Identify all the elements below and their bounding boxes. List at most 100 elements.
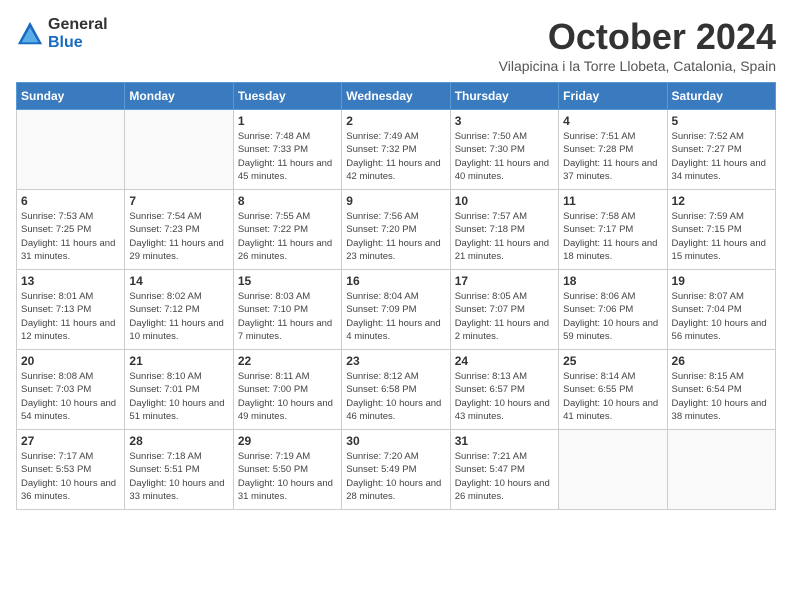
- calendar-day-cell: 8Sunrise: 7:55 AM Sunset: 7:22 PM Daylig…: [233, 190, 341, 270]
- page-header: General Blue October 2024 Vilapicina i l…: [16, 16, 776, 74]
- day-number: 9: [346, 194, 445, 208]
- day-detail: Sunrise: 8:12 AM Sunset: 6:58 PM Dayligh…: [346, 370, 445, 423]
- calendar-day-cell: 17Sunrise: 8:05 AM Sunset: 7:07 PM Dayli…: [450, 270, 558, 350]
- calendar-day-cell: 10 Sunrise: 7:57 AM Sunset: 7:18 PM Dayli…: [450, 190, 558, 270]
- calendar-table: SundayMondayTuesdayWednesdayThursdayFrid…: [16, 82, 776, 510]
- calendar-day-cell: 26 Sunrise: 8:15 AM Sunset: 6:54 PM Dayli…: [667, 350, 775, 430]
- day-number: 11: [563, 194, 662, 208]
- calendar-day-cell: 31Sunrise: 7:21 AM Sunset: 5:47 PM Dayli…: [450, 430, 558, 510]
- logo-blue-text: Blue: [48, 34, 108, 52]
- logo-icon: [16, 20, 44, 48]
- day-detail: Sunrise: 7:53 AM Sunset: 7:25 PM Dayligh…: [21, 210, 120, 263]
- location-text: Vilapicina i la Torre Llobeta, Catalonia…: [499, 58, 776, 74]
- calendar-day-cell: 23 Sunrise: 8:12 AM Sunset: 6:58 PM Dayli…: [342, 350, 450, 430]
- day-number: 1: [238, 114, 337, 128]
- day-number: 24: [455, 354, 554, 368]
- calendar-body: 1 Sunrise: 7:48 AM Sunset: 7:33 PM Daylig…: [17, 110, 776, 510]
- day-number: 19: [672, 274, 771, 288]
- day-number: 20: [21, 354, 120, 368]
- calendar-day-cell: 12Sunrise: 7:59 AM Sunset: 7:15 PM Dayli…: [667, 190, 775, 270]
- day-number: 10: [455, 194, 554, 208]
- title-section: October 2024 Vilapicina i la Torre Llobe…: [499, 16, 776, 74]
- day-detail: Sunrise: 7:20 AM Sunset: 5:49 PM Dayligh…: [346, 450, 445, 503]
- calendar-day-cell: 24 Sunrise: 8:13 AM Sunset: 6:57 PM Dayli…: [450, 350, 558, 430]
- day-detail: Sunrise: 8:13 AM Sunset: 6:57 PM Dayligh…: [455, 370, 554, 423]
- calendar-day-cell: 7 Sunrise: 7:54 AM Sunset: 7:23 PM Daylig…: [125, 190, 233, 270]
- calendar-week-row: 6 Sunrise: 7:53 AM Sunset: 7:25 PM Daylig…: [17, 190, 776, 270]
- day-detail: Sunrise: 8:14 AM Sunset: 6:55 PM Dayligh…: [563, 370, 662, 423]
- day-number: 6: [21, 194, 120, 208]
- calendar-day-header: Tuesday: [233, 83, 341, 110]
- day-detail: Sunrise: 7:54 AM Sunset: 7:23 PM Dayligh…: [129, 210, 228, 263]
- day-detail: Sunrise: 7:48 AM Sunset: 7:33 PM Dayligh…: [238, 130, 337, 183]
- day-detail: Sunrise: 7:50 AM Sunset: 7:30 PM Dayligh…: [455, 130, 554, 183]
- day-detail: Sunrise: 7:49 AM Sunset: 7:32 PM Dayligh…: [346, 130, 445, 183]
- calendar-day-cell: 27 Sunrise: 7:17 AM Sunset: 5:53 PM Dayli…: [17, 430, 125, 510]
- day-number: 21: [129, 354, 228, 368]
- day-number: 30: [346, 434, 445, 448]
- day-number: 17: [455, 274, 554, 288]
- day-number: 26: [672, 354, 771, 368]
- calendar-day-cell: [667, 430, 775, 510]
- day-detail: Sunrise: 8:04 AM Sunset: 7:09 PM Dayligh…: [346, 290, 445, 343]
- day-number: 14: [129, 274, 228, 288]
- day-detail: Sunrise: 8:03 AM Sunset: 7:10 PM Dayligh…: [238, 290, 337, 343]
- day-number: 13: [21, 274, 120, 288]
- calendar-header-row: SundayMondayTuesdayWednesdayThursdayFrid…: [17, 83, 776, 110]
- calendar-week-row: 27 Sunrise: 7:17 AM Sunset: 5:53 PM Dayli…: [17, 430, 776, 510]
- calendar-day-cell: 1 Sunrise: 7:48 AM Sunset: 7:33 PM Daylig…: [233, 110, 341, 190]
- day-detail: Sunrise: 7:56 AM Sunset: 7:20 PM Dayligh…: [346, 210, 445, 263]
- calendar-day-header: Saturday: [667, 83, 775, 110]
- day-number: 4: [563, 114, 662, 128]
- day-detail: Sunrise: 8:10 AM Sunset: 7:01 PM Dayligh…: [129, 370, 228, 423]
- day-number: 27: [21, 434, 120, 448]
- day-number: 31: [455, 434, 554, 448]
- day-number: 29: [238, 434, 337, 448]
- calendar-day-cell: 21 Sunrise: 8:10 AM Sunset: 7:01 PM Dayli…: [125, 350, 233, 430]
- calendar-week-row: 13 Sunrise: 8:01 AM Sunset: 7:13 PM Dayli…: [17, 270, 776, 350]
- calendar-day-cell: [17, 110, 125, 190]
- calendar-day-cell: 30 Sunrise: 7:20 AM Sunset: 5:49 PM Dayli…: [342, 430, 450, 510]
- day-number: 7: [129, 194, 228, 208]
- calendar-day-cell: [125, 110, 233, 190]
- day-number: 18: [563, 274, 662, 288]
- day-number: 28: [129, 434, 228, 448]
- day-detail: Sunrise: 8:11 AM Sunset: 7:00 PM Dayligh…: [238, 370, 337, 423]
- day-detail: Sunrise: 7:58 AM Sunset: 7:17 PM Dayligh…: [563, 210, 662, 263]
- calendar-week-row: 20 Sunrise: 8:08 AM Sunset: 7:03 PM Dayli…: [17, 350, 776, 430]
- day-number: 23: [346, 354, 445, 368]
- day-detail: Sunrise: 8:01 AM Sunset: 7:13 PM Dayligh…: [21, 290, 120, 343]
- calendar-week-row: 1 Sunrise: 7:48 AM Sunset: 7:33 PM Daylig…: [17, 110, 776, 190]
- day-number: 5: [672, 114, 771, 128]
- day-number: 15: [238, 274, 337, 288]
- calendar-day-cell: 11 Sunrise: 7:58 AM Sunset: 7:17 PM Dayli…: [559, 190, 667, 270]
- calendar-day-cell: 18 Sunrise: 8:06 AM Sunset: 7:06 PM Dayli…: [559, 270, 667, 350]
- calendar-day-cell: 2 Sunrise: 7:49 AM Sunset: 7:32 PM Daylig…: [342, 110, 450, 190]
- calendar-day-header: Wednesday: [342, 83, 450, 110]
- calendar-day-cell: 25 Sunrise: 8:14 AM Sunset: 6:55 PM Dayli…: [559, 350, 667, 430]
- calendar-day-cell: 19Sunrise: 8:07 AM Sunset: 7:04 PM Dayli…: [667, 270, 775, 350]
- calendar-day-cell: 3 Sunrise: 7:50 AM Sunset: 7:30 PM Daylig…: [450, 110, 558, 190]
- day-number: 25: [563, 354, 662, 368]
- calendar-day-cell: 4Sunrise: 7:51 AM Sunset: 7:28 PM Daylig…: [559, 110, 667, 190]
- logo: General Blue: [16, 16, 108, 51]
- day-detail: Sunrise: 8:15 AM Sunset: 6:54 PM Dayligh…: [672, 370, 771, 423]
- day-number: 8: [238, 194, 337, 208]
- day-detail: Sunrise: 8:02 AM Sunset: 7:12 PM Dayligh…: [129, 290, 228, 343]
- calendar-day-cell: 13 Sunrise: 8:01 AM Sunset: 7:13 PM Dayli…: [17, 270, 125, 350]
- day-detail: Sunrise: 7:19 AM Sunset: 5:50 PM Dayligh…: [238, 450, 337, 503]
- day-detail: Sunrise: 7:57 AM Sunset: 7:18 PM Dayligh…: [455, 210, 554, 263]
- day-number: 3: [455, 114, 554, 128]
- day-detail: Sunrise: 8:08 AM Sunset: 7:03 PM Dayligh…: [21, 370, 120, 423]
- day-number: 2: [346, 114, 445, 128]
- day-detail: Sunrise: 7:17 AM Sunset: 5:53 PM Dayligh…: [21, 450, 120, 503]
- day-number: 16: [346, 274, 445, 288]
- logo-text: General Blue: [48, 16, 108, 51]
- calendar-day-cell: 20 Sunrise: 8:08 AM Sunset: 7:03 PM Dayli…: [17, 350, 125, 430]
- calendar-day-cell: 6 Sunrise: 7:53 AM Sunset: 7:25 PM Daylig…: [17, 190, 125, 270]
- calendar-day-cell: 16 Sunrise: 8:04 AM Sunset: 7:09 PM Dayli…: [342, 270, 450, 350]
- calendar-day-cell: 22Sunrise: 8:11 AM Sunset: 7:00 PM Dayli…: [233, 350, 341, 430]
- calendar-day-cell: 28Sunrise: 7:18 AM Sunset: 5:51 PM Dayli…: [125, 430, 233, 510]
- month-title: October 2024: [499, 16, 776, 58]
- day-detail: Sunrise: 8:06 AM Sunset: 7:06 PM Dayligh…: [563, 290, 662, 343]
